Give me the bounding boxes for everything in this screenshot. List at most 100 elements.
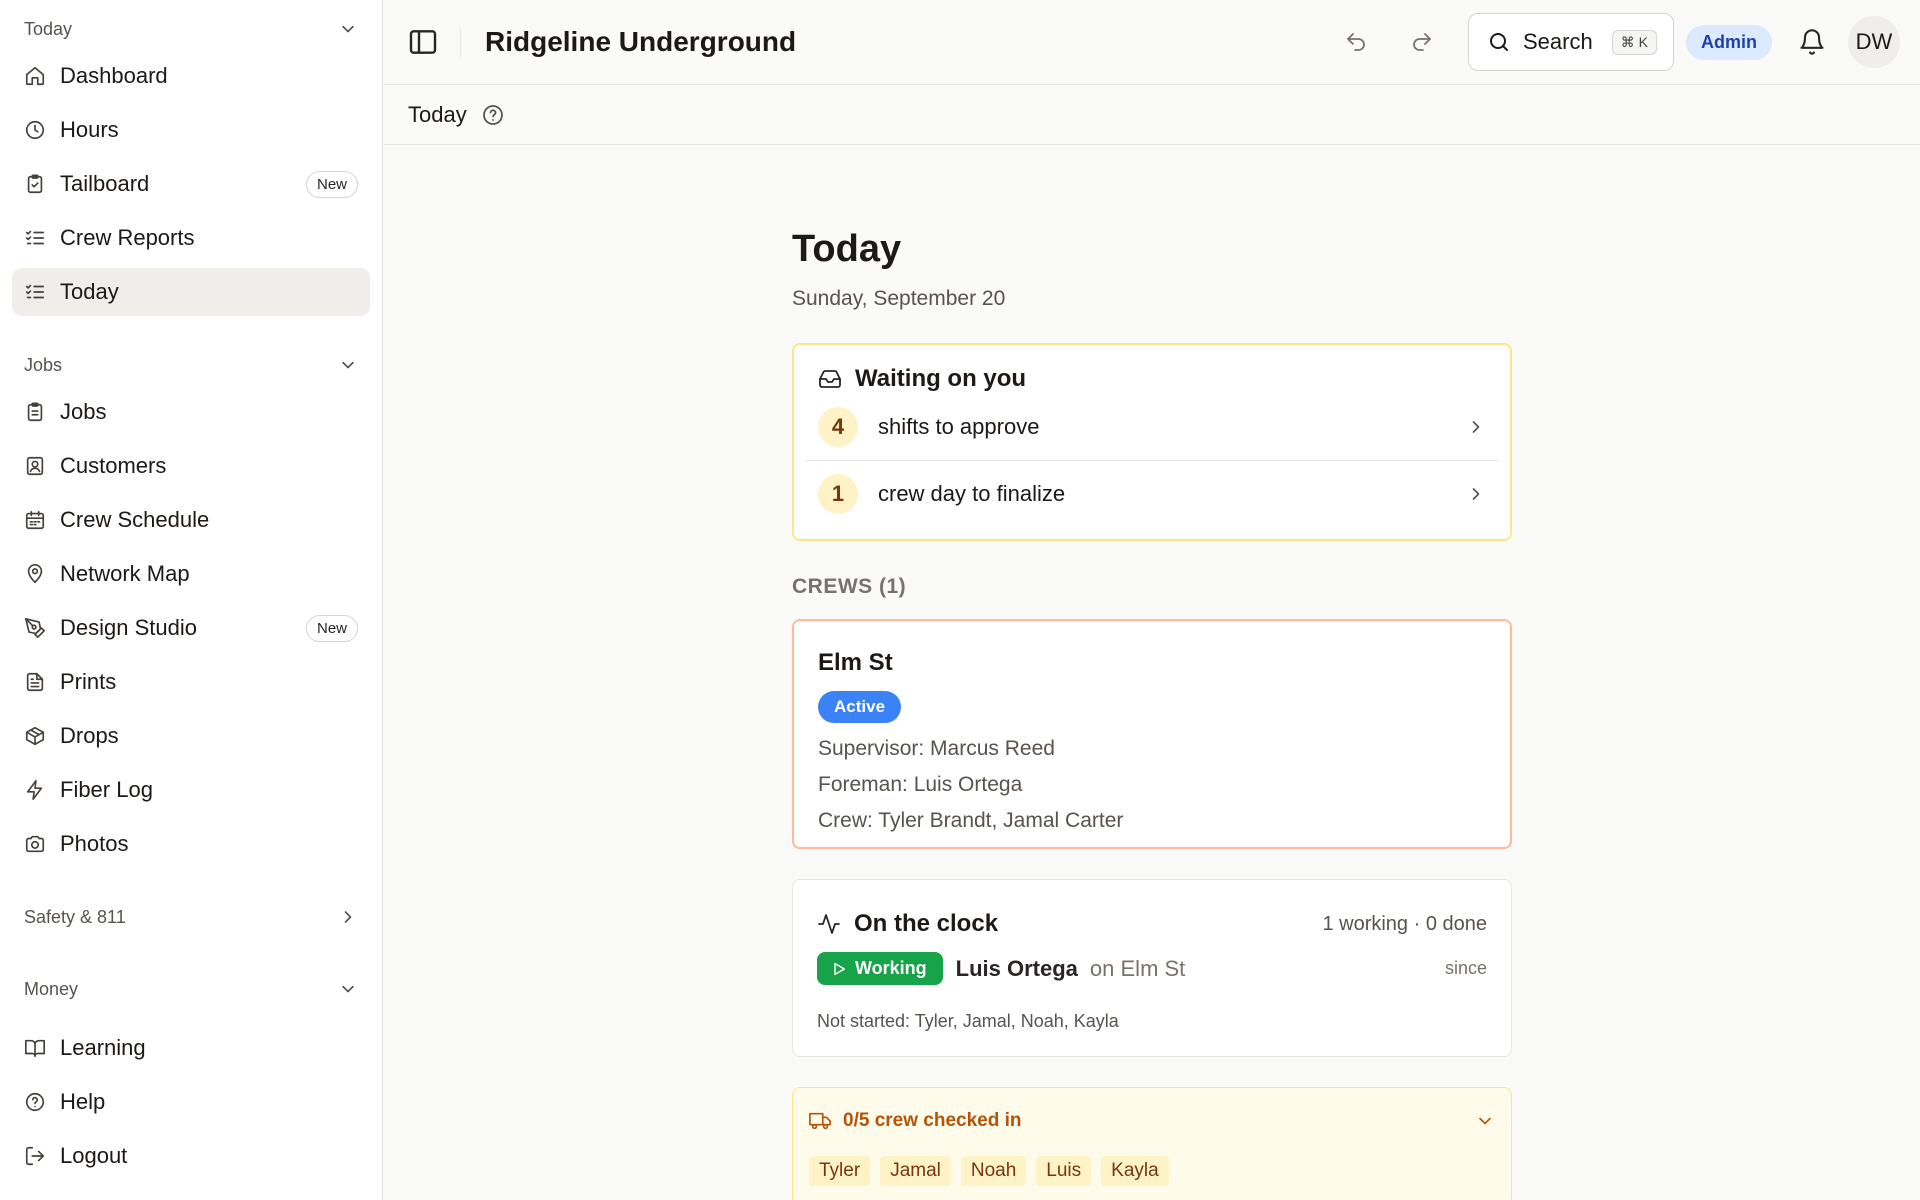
redo-button[interactable] bbox=[1400, 20, 1444, 64]
sidebar-item-learning[interactable]: Learning bbox=[12, 1024, 370, 1072]
sidebar-item-customers[interactable]: Customers bbox=[12, 442, 370, 490]
sidebar-item-today[interactable]: Today bbox=[12, 268, 370, 316]
chevron-down-icon bbox=[342, 25, 354, 33]
section-header-jobs[interactable]: Jobs bbox=[12, 348, 370, 382]
crew-chip: Luis bbox=[1036, 1156, 1092, 1186]
sidebar-item-prints[interactable]: Prints bbox=[12, 658, 370, 706]
count-badge: 4 bbox=[818, 406, 858, 447]
crew-checkin-card: 0/5 crew checked in Tyler Jamal Noah Lui… bbox=[792, 1087, 1512, 1200]
crew-chip: Kayla bbox=[1101, 1156, 1169, 1186]
sidebar-toggle-button[interactable] bbox=[406, 25, 440, 59]
divider bbox=[460, 27, 461, 57]
undo-button[interactable] bbox=[1334, 20, 1378, 64]
inbox-icon bbox=[819, 370, 841, 388]
crew-chip: Jamal bbox=[880, 1156, 951, 1186]
sidebar-item-help[interactable]: Help bbox=[12, 1078, 370, 1126]
section-header-money[interactable]: Money bbox=[12, 972, 370, 1006]
notifications-button[interactable] bbox=[1790, 20, 1834, 64]
sidebar-item-crew-schedule[interactable]: Crew Schedule bbox=[12, 496, 370, 544]
sidebar-item-label: Photos bbox=[60, 831, 129, 856]
crew-day-to-finalize-row[interactable]: 1 crew day to finalize bbox=[806, 460, 1498, 527]
status-label: Working bbox=[855, 958, 927, 978]
sidebar-item-jobs[interactable]: Jobs bbox=[12, 388, 370, 436]
sidebar-item-label: Crew Schedule bbox=[60, 507, 210, 532]
sidebar-item-fiber-log[interactable]: Fiber Log bbox=[12, 766, 370, 814]
crew-card[interactable]: Elm St Active Supervisor: Marcus Reed Fo… bbox=[792, 619, 1512, 849]
sidebar-item-network-map[interactable]: Network Map bbox=[12, 550, 370, 598]
sidebar-item-logout[interactable]: Logout bbox=[12, 1132, 370, 1180]
sidebar-item-crew-reports[interactable]: Crew Reports bbox=[12, 214, 370, 262]
section-header-safety[interactable]: Safety & 811 bbox=[12, 900, 370, 934]
sidebar-item-label: Crew Reports bbox=[60, 225, 195, 250]
truck-icon bbox=[809, 1112, 831, 1130]
card-header: On the clock 1 working · 0 done bbox=[817, 910, 1487, 938]
section-title: Money bbox=[24, 978, 79, 999]
page-date: Sunday, September 20 bbox=[792, 287, 1006, 310]
search-button[interactable]: Search ⌘ K bbox=[1468, 13, 1674, 71]
card-header: Waiting on you bbox=[806, 365, 1498, 393]
undo-icon bbox=[1347, 33, 1365, 51]
row-label: crew day to finalize bbox=[878, 481, 1066, 506]
clock-icon bbox=[25, 120, 45, 140]
search-shortcut: ⌘ K bbox=[1611, 29, 1657, 55]
sidebar-item-label: Fiber Log bbox=[60, 777, 153, 802]
worker-row[interactable]: Working Luis Ortega on Elm St since bbox=[817, 952, 1487, 985]
worker-name: Luis Ortega bbox=[955, 955, 1078, 981]
sidebar-item-label: Tailboard bbox=[60, 171, 150, 196]
sidebar-item-label: Network Map bbox=[60, 561, 190, 586]
map-pin-icon bbox=[27, 564, 43, 584]
chevron-down-icon bbox=[342, 361, 354, 369]
camera-icon bbox=[25, 835, 45, 853]
waiting-on-you-card: Waiting on you 4 shifts to approve 1 cre… bbox=[792, 343, 1512, 541]
clipboard-icon bbox=[27, 174, 43, 194]
zap-icon bbox=[26, 780, 43, 800]
clock-summary: 1 working · 0 done bbox=[1322, 912, 1487, 935]
section-title: Safety & 811 bbox=[24, 906, 126, 927]
top-bar: Ridgeline Underground Search ⌘ K Admin D… bbox=[384, 0, 1920, 85]
checkin-label: 0/5 crew checked in bbox=[843, 1110, 1022, 1131]
sidebar-item-dashboard[interactable]: Dashboard bbox=[12, 52, 370, 100]
since-label: since bbox=[1444, 958, 1487, 978]
sidebar-item-label: Dashboard bbox=[60, 63, 168, 88]
page-title: Today bbox=[792, 228, 902, 270]
help-circle-icon[interactable] bbox=[481, 103, 505, 127]
play-icon bbox=[834, 962, 846, 975]
sidebar-item-label: Drops bbox=[60, 723, 119, 748]
section-title: Jobs bbox=[24, 354, 63, 375]
working-status-badge: Working bbox=[817, 952, 943, 985]
sidebar-item-design-studio[interactable]: Design Studio New bbox=[12, 604, 370, 652]
home-icon bbox=[25, 66, 45, 86]
chevron-right-icon bbox=[344, 911, 352, 923]
book-icon bbox=[25, 1039, 45, 1058]
section-title: Today bbox=[24, 18, 73, 39]
chevron-right-icon bbox=[1472, 488, 1480, 500]
card-title: On the clock bbox=[854, 910, 999, 937]
crew-members: Crew: Tyler Brandt, Jamal Carter bbox=[818, 809, 1124, 832]
shifts-to-approve-row[interactable]: 4 shifts to approve bbox=[806, 393, 1498, 460]
package-icon bbox=[25, 726, 45, 746]
sidebar-item-label: Design Studio bbox=[60, 615, 197, 640]
card-title: Waiting on you bbox=[855, 365, 1027, 392]
sidebar-item-label: Hours bbox=[60, 117, 119, 142]
sidebar-item-label: Customers bbox=[60, 453, 167, 478]
section-header-today[interactable]: Today bbox=[12, 12, 370, 46]
row-label: shifts to approve bbox=[878, 413, 1040, 439]
sidebar-item-drops[interactable]: Drops bbox=[12, 712, 370, 760]
search-icon bbox=[1490, 33, 1508, 51]
panel-left-icon bbox=[409, 30, 437, 54]
count-badge: 1 bbox=[818, 474, 858, 514]
sidebar-item-label: Prints bbox=[60, 669, 117, 694]
checkin-toggle[interactable]: 0/5 crew checked in bbox=[809, 1110, 1495, 1132]
chevron-down-icon bbox=[1479, 1117, 1491, 1125]
crew-supervisor: Supervisor: Marcus Reed bbox=[818, 737, 1055, 760]
sidebar-item-hours[interactable]: Hours bbox=[12, 106, 370, 154]
crew-chip: Noah bbox=[960, 1156, 1027, 1186]
pen-tool-icon bbox=[25, 618, 45, 638]
sidebar-item-tailboard[interactable]: Tailboard New bbox=[12, 160, 370, 208]
crew-foreman: Foreman: Luis Ortega bbox=[818, 773, 1023, 796]
sidebar-item-photos[interactable]: Photos bbox=[12, 820, 370, 868]
worker-location: on Elm St bbox=[1089, 955, 1186, 981]
crew-chips: Tyler Jamal Noah Luis Kayla bbox=[809, 1156, 1495, 1186]
sidebar-item-label: Learning bbox=[60, 1035, 146, 1060]
avatar[interactable]: DW bbox=[1848, 16, 1900, 68]
